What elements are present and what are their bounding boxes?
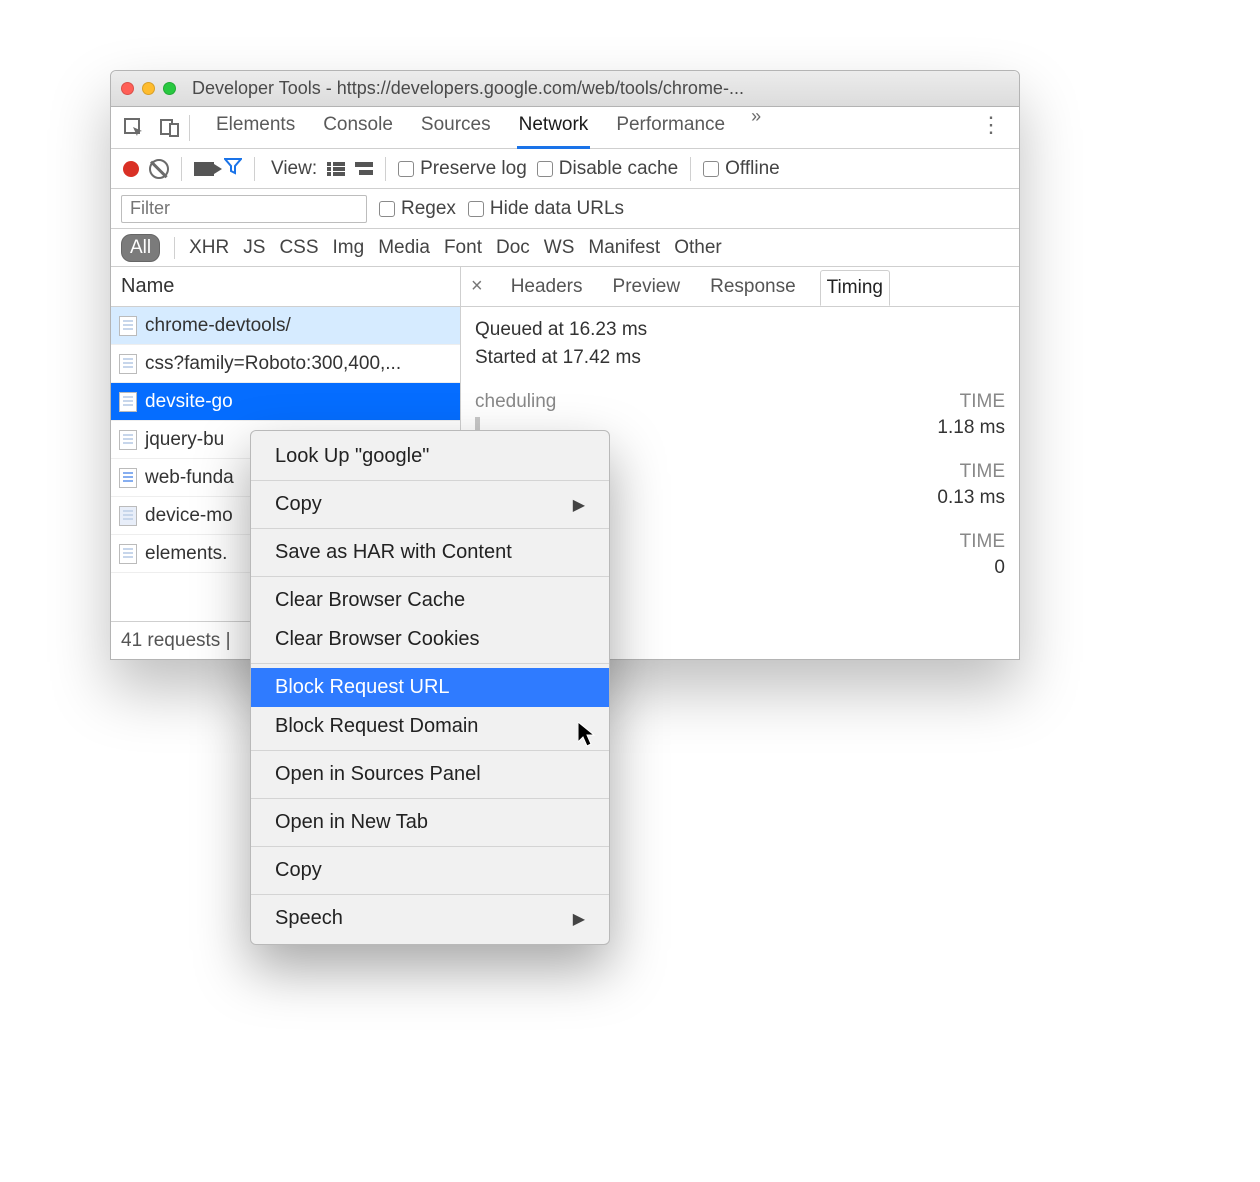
request-row[interactable]: css?family=Roboto:300,400,...: [111, 345, 460, 383]
tab-elements[interactable]: Elements: [214, 106, 297, 149]
more-tabs-icon[interactable]: »: [751, 106, 761, 149]
menu-block-request-domain[interactable]: Block Request Domain: [251, 707, 609, 746]
large-rows-icon[interactable]: [327, 162, 345, 176]
menu-copy[interactable]: Copy: [251, 851, 609, 890]
file-icon: [119, 316, 137, 336]
filter-img[interactable]: Img: [333, 237, 365, 259]
tab-sources[interactable]: Sources: [419, 106, 493, 149]
filter-row: Regex Hide data URLs: [111, 189, 1019, 229]
menu-clear-cookies[interactable]: Clear Browser Cookies: [251, 620, 609, 659]
file-icon: [119, 506, 137, 526]
name-column-header[interactable]: Name: [111, 267, 460, 307]
clear-button[interactable]: [149, 159, 169, 179]
filter-xhr[interactable]: XHR: [189, 237, 229, 259]
detail-tab-response[interactable]: Response: [704, 270, 802, 304]
devtools-menu-icon[interactable]: ⋮: [976, 112, 1007, 144]
close-window-button[interactable]: [121, 82, 134, 95]
filter-other[interactable]: Other: [674, 237, 722, 259]
file-icon: [119, 430, 137, 450]
file-icon: [119, 468, 137, 488]
menu-separator: [251, 846, 609, 847]
filter-manifest[interactable]: Manifest: [588, 237, 660, 259]
view-label: View:: [271, 158, 317, 180]
divider: [174, 237, 175, 259]
close-detail-icon[interactable]: ×: [471, 275, 487, 298]
tab-performance[interactable]: Performance: [614, 106, 727, 149]
menu-open-new-tab[interactable]: Open in New Tab: [251, 803, 609, 842]
screenshot-icon[interactable]: [194, 162, 214, 176]
window-title: Developer Tools - https://developers.goo…: [192, 78, 1009, 99]
titlebar: Developer Tools - https://developers.goo…: [111, 71, 1019, 107]
devtools-tabbar: Elements Console Sources Network Perform…: [111, 107, 1019, 149]
preserve-log-checkbox[interactable]: Preserve log: [398, 158, 527, 180]
menu-speech-submenu[interactable]: Speech▶: [251, 899, 609, 938]
type-filter-row: All XHR JS CSS Img Media Font Doc WS Man…: [111, 229, 1019, 267]
request-row[interactable]: chrome-devtools/: [111, 307, 460, 345]
detail-tab-headers[interactable]: Headers: [505, 270, 589, 304]
divider: [181, 157, 182, 181]
file-icon: [119, 392, 137, 412]
menu-separator: [251, 798, 609, 799]
tab-console[interactable]: Console: [321, 106, 395, 149]
menu-open-sources[interactable]: Open in Sources Panel: [251, 755, 609, 794]
network-toolbar: View: Preserve log Disable cache Offline: [111, 149, 1019, 189]
divider: [690, 157, 691, 181]
detail-tabs: × Headers Preview Response Timing: [461, 267, 1019, 307]
filter-doc[interactable]: Doc: [496, 237, 530, 259]
filter-toggle-icon[interactable]: [224, 157, 242, 181]
inspect-element-icon[interactable]: [123, 117, 145, 139]
regex-checkbox[interactable]: Regex: [379, 198, 456, 220]
filter-js[interactable]: JS: [243, 237, 265, 259]
divider: [385, 157, 386, 181]
tab-network[interactable]: Network: [517, 106, 591, 149]
menu-separator: [251, 750, 609, 751]
request-row[interactable]: devsite-go: [111, 383, 460, 421]
menu-block-request-url[interactable]: Block Request URL: [251, 668, 609, 707]
detail-tab-timing[interactable]: Timing: [820, 270, 890, 306]
divider: [254, 157, 255, 181]
file-icon: [119, 544, 137, 564]
menu-separator: [251, 480, 609, 481]
submenu-arrow-icon: ▶: [573, 909, 585, 929]
disable-cache-checkbox[interactable]: Disable cache: [537, 158, 678, 180]
filter-input[interactable]: [121, 195, 367, 223]
minimize-window-button[interactable]: [142, 82, 155, 95]
device-toggle-icon[interactable]: [159, 117, 181, 139]
detail-tab-preview[interactable]: Preview: [607, 270, 687, 304]
zoom-window-button[interactable]: [163, 82, 176, 95]
filter-font[interactable]: Font: [444, 237, 482, 259]
offline-checkbox[interactable]: Offline: [703, 158, 780, 180]
timing-section: chedulingTIME: [475, 391, 1005, 413]
record-button[interactable]: [123, 161, 139, 177]
menu-lookup[interactable]: Look Up "google": [251, 437, 609, 476]
filter-media[interactable]: Media: [378, 237, 430, 259]
file-icon: [119, 354, 137, 374]
menu-save-har[interactable]: Save as HAR with Content: [251, 533, 609, 572]
filter-all[interactable]: All: [121, 234, 160, 262]
overview-icon[interactable]: [355, 162, 373, 176]
menu-separator: [251, 528, 609, 529]
traffic-lights: [121, 82, 176, 95]
context-menu: Look Up "google" Copy▶ Save as HAR with …: [250, 430, 610, 945]
submenu-arrow-icon: ▶: [573, 495, 585, 515]
filter-css[interactable]: CSS: [279, 237, 318, 259]
menu-separator: [251, 576, 609, 577]
menu-separator: [251, 894, 609, 895]
hide-data-urls-checkbox[interactable]: Hide data URLs: [468, 198, 624, 220]
menu-copy-submenu[interactable]: Copy▶: [251, 485, 609, 524]
timing-started: Started at 17.42 ms: [475, 347, 1005, 369]
filter-ws[interactable]: WS: [544, 237, 575, 259]
menu-clear-cache[interactable]: Clear Browser Cache: [251, 581, 609, 620]
menu-separator: [251, 663, 609, 664]
timing-queued: Queued at 16.23 ms: [475, 319, 1005, 341]
